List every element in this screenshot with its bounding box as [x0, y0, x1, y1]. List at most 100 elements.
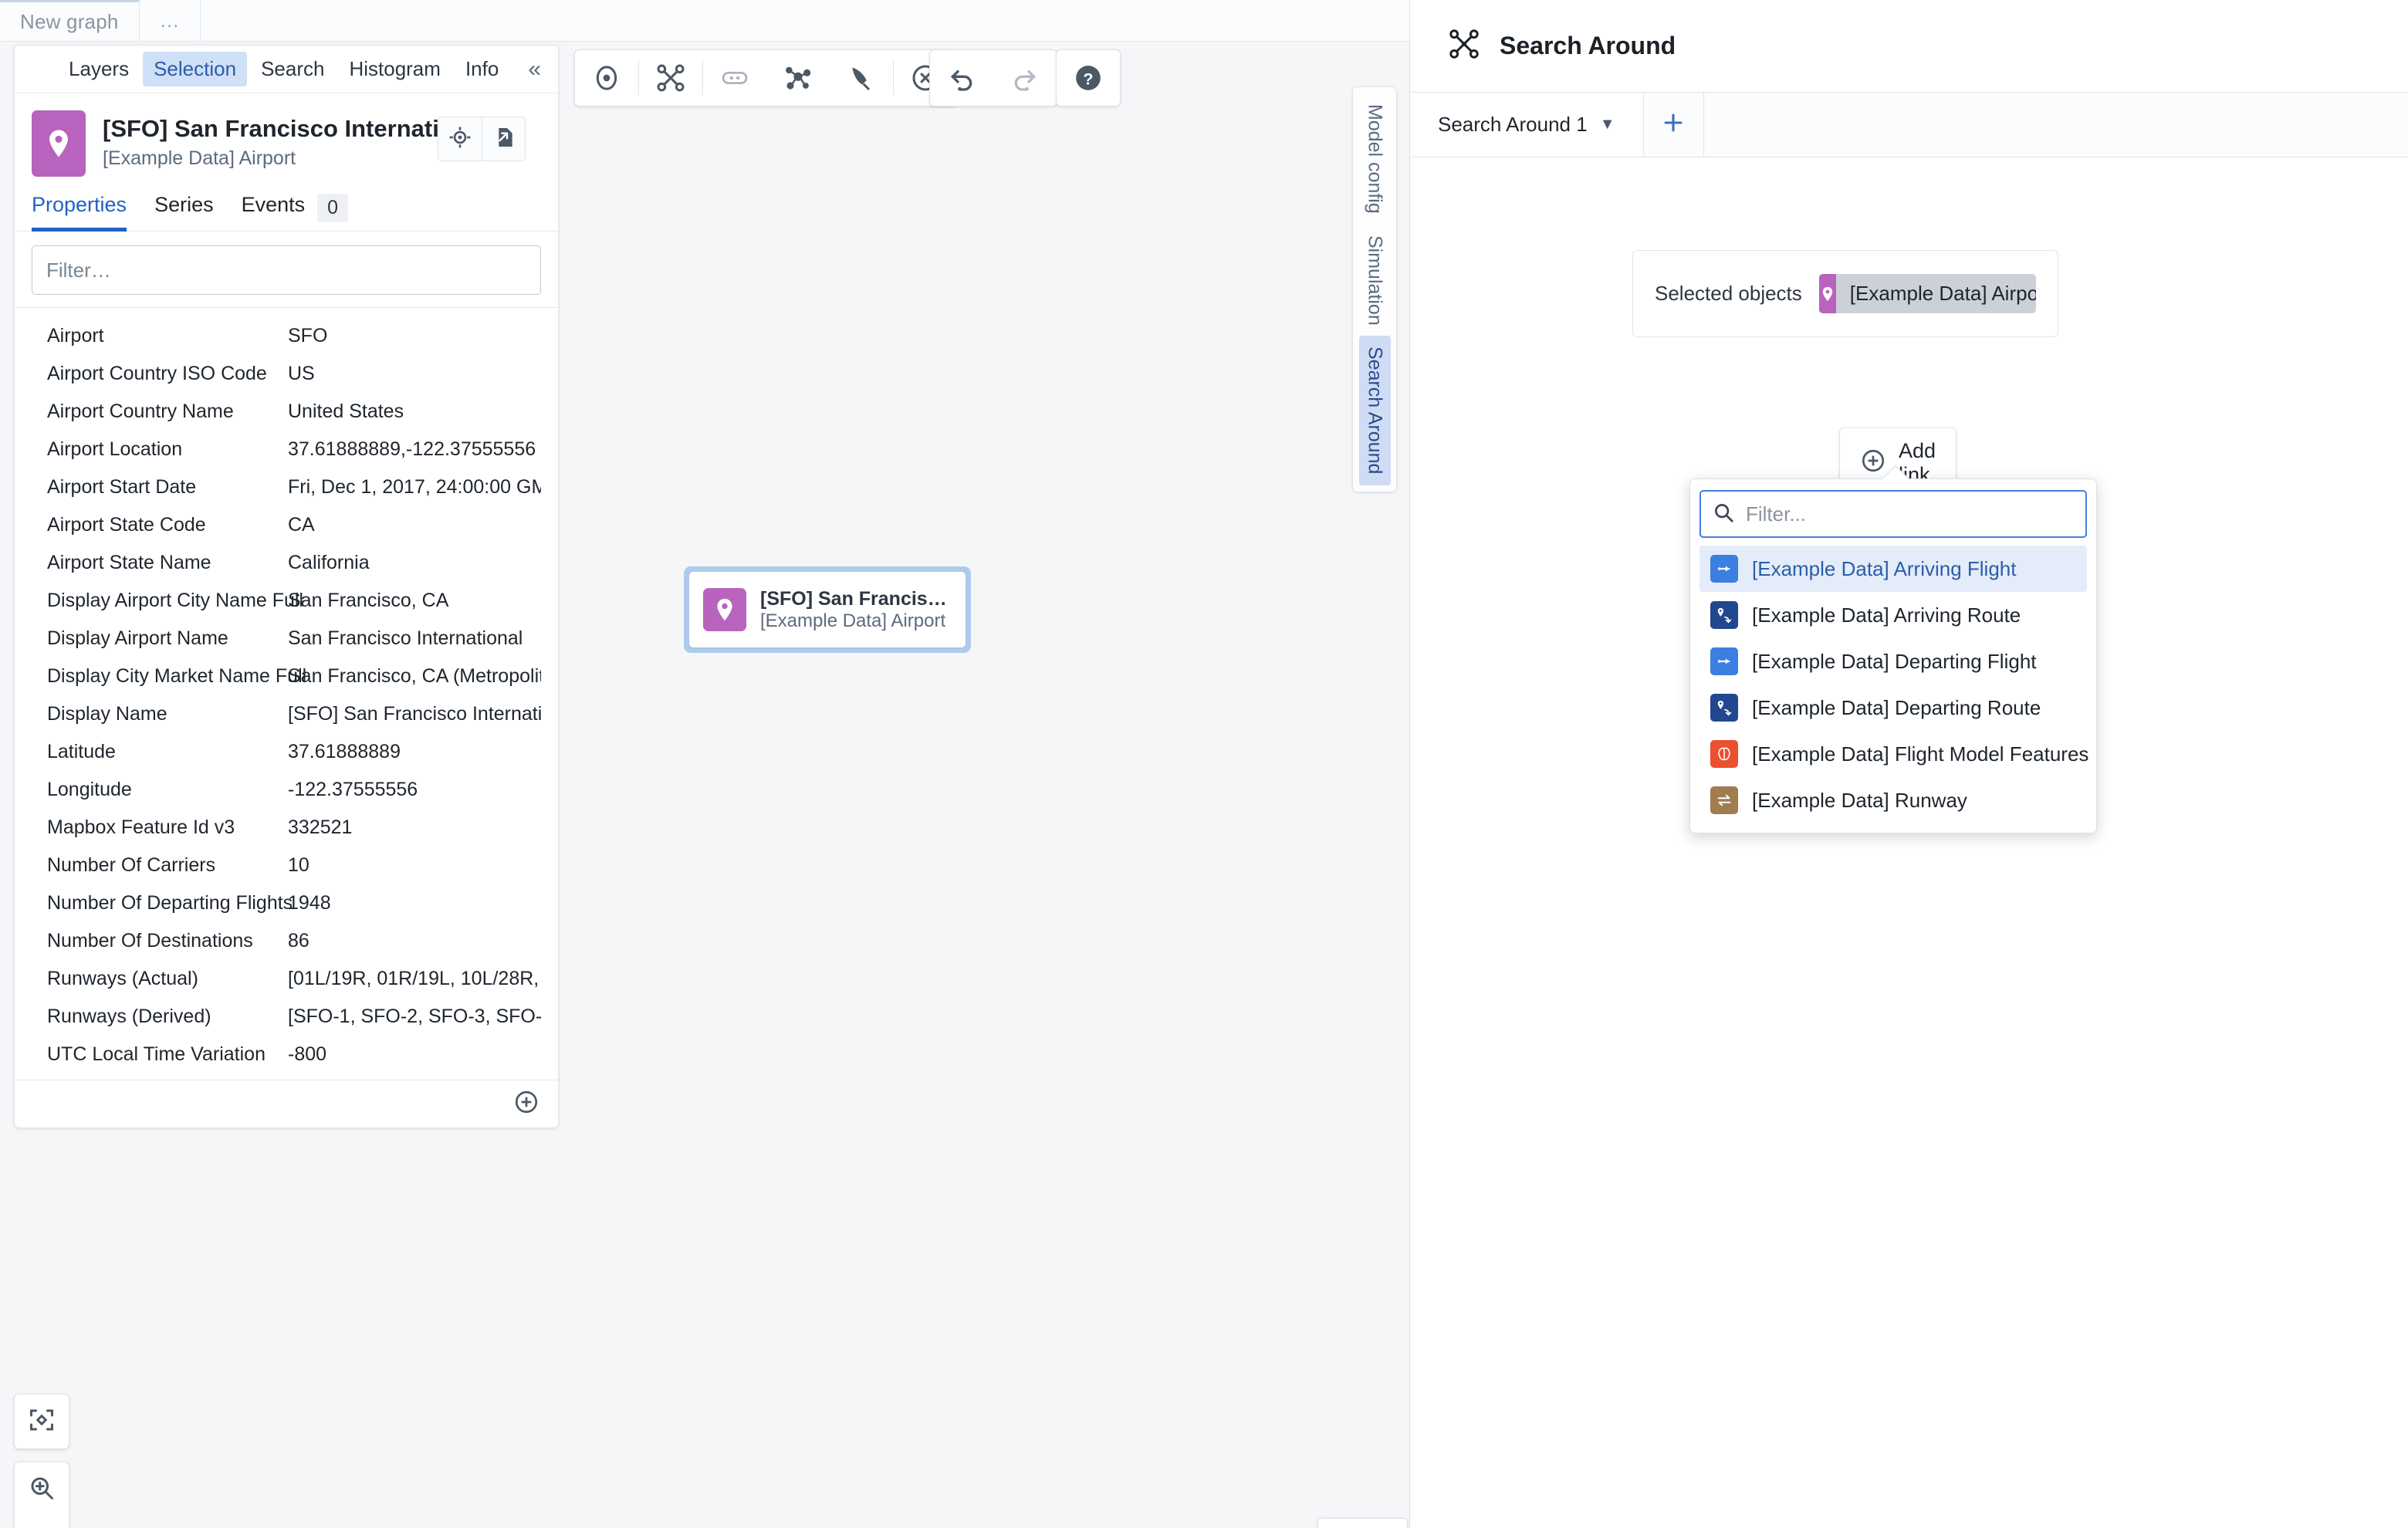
table-row[interactable]: Runways (Actual) [01L/19R, 01R/19L, 10L/2… [15, 960, 558, 998]
redo-button[interactable] [993, 50, 1057, 106]
property-key: Number Of Departing Flights [47, 892, 293, 914]
panel-tab-search[interactable]: Search [250, 52, 335, 86]
table-row[interactable]: Display Name [SFO] San Francisco Internat… [15, 695, 558, 733]
table-row[interactable]: Latitude 37.61888889 [15, 733, 558, 771]
dropdown-item[interactable]: [Example Data] Arriving Flight [1699, 546, 2087, 592]
add-search-around-tab-button[interactable] [1643, 93, 1704, 157]
series-button[interactable]: Series [1317, 1518, 1408, 1528]
zoom-in-button[interactable] [15, 1462, 69, 1516]
side-tab-search-around[interactable]: Search Around [1358, 336, 1391, 485]
page-title: [SFO] San Francisco Internatio… [103, 115, 473, 142]
graph-tab-overflow-label: … [159, 8, 180, 32]
fit-to-screen-group [14, 1394, 69, 1449]
route-icon [1710, 694, 1738, 722]
table-row[interactable]: Number Of Carriers 10 [15, 847, 558, 884]
graph-tab-new-graph[interactable]: New graph [0, 0, 140, 41]
table-row[interactable]: Number Of Departing Flights 1948 [15, 884, 558, 922]
tab-properties[interactable]: Properties [32, 185, 127, 232]
property-value: -800 [288, 1043, 327, 1065]
table-row[interactable]: Airport Country Name United States [15, 393, 558, 431]
table-row[interactable]: Display City Market Name Full San Francis… [15, 658, 558, 695]
table-row[interactable]: Airport Start Date Fri, Dec 1, 2017, 24:0… [15, 468, 558, 506]
select-tool-button[interactable] [575, 50, 638, 106]
panel-tab-selection[interactable]: Selection [143, 52, 248, 86]
open-in-new-button[interactable] [482, 117, 525, 161]
property-value: [01L/19R, 01R/19L, 10L/28R, 10R/28L] [288, 968, 541, 989]
graph-tab-label: New graph [20, 9, 119, 33]
table-row[interactable]: Mapbox Feature Id v3 332521 [15, 809, 558, 847]
selected-object-chip[interactable]: [Example Data] Airport 1 [1818, 274, 2036, 313]
table-row[interactable]: Airport State Name California [15, 544, 558, 582]
panel-tab-info[interactable]: Info [455, 52, 509, 86]
add-property-button[interactable] [513, 1089, 539, 1119]
graph-expand-tool-button[interactable] [639, 50, 702, 106]
history-toolbar [929, 49, 1057, 106]
selection-panel-tabs: Layers Selection Search Histogram Info « [15, 46, 558, 93]
dropdown-item[interactable]: [Example Data] Arriving Route [1699, 592, 2087, 638]
zoom-group [14, 1462, 69, 1528]
graph-node-selected[interactable]: [SFO] San Francisco … [Example Data] Air… [684, 566, 971, 653]
table-row[interactable]: Longitude -122.37555556 [15, 771, 558, 809]
search-around-header: Search Around [1410, 0, 2408, 93]
side-tab-simulation[interactable]: Simulation [1359, 225, 1391, 336]
table-row[interactable]: Number Of Destinations 86 [15, 922, 558, 960]
graph-tab-overflow-button[interactable]: … [139, 0, 201, 41]
side-tab-model-config[interactable]: Model config [1359, 93, 1391, 225]
table-row[interactable]: Runways (Derived) [SFO-1, SFO-2, SFO-3, S… [15, 998, 558, 1036]
tab-events[interactable]: Events [242, 185, 306, 232]
property-value: San Francisco International [288, 627, 523, 649]
dropdown-item[interactable]: [Example Data] Flight Model Features [1699, 731, 2088, 777]
property-value: San Francisco, CA [288, 590, 449, 611]
tab-label: Properties [32, 193, 127, 216]
pen-nib-icon [846, 63, 877, 93]
dropdown-item[interactable]: [Example Data] Runway [1699, 777, 2087, 823]
dropdown-item[interactable]: [Example Data] Departing Flight [1699, 638, 2087, 685]
property-key: Display City Market Name Full [47, 665, 307, 687]
molecule-tool-button[interactable] [766, 50, 830, 106]
zoom-out-button[interactable] [15, 1516, 69, 1528]
property-value: Fri, Dec 1, 2017, 24:00:00 GM… [288, 476, 541, 498]
tab-series[interactable]: Series [154, 185, 214, 232]
selection-content-tabs: Properties Series Events 0 [15, 184, 558, 232]
property-key: Display Name [47, 703, 167, 725]
search-around-tab-1[interactable]: Search Around 1 ▼ [1410, 93, 1644, 157]
pen-tool-button[interactable] [830, 50, 893, 106]
table-row[interactable]: Airport Country ISO Code US [15, 355, 558, 393]
table-row[interactable]: Airport State Code CA [15, 506, 558, 544]
table-row[interactable]: Display Airport Name San Francisco Intern… [15, 620, 558, 658]
property-value: 10 [288, 854, 309, 876]
map-pin-icon [32, 110, 86, 177]
property-value: 86 [288, 930, 309, 952]
dropdown-item-label: [Example Data] Departing Flight [1752, 649, 2037, 673]
panel-tab-label: Info [465, 57, 499, 80]
fit-to-screen-button[interactable] [15, 1394, 69, 1449]
dropdown-filter-input[interactable] [1746, 502, 2075, 526]
plus-icon [1660, 110, 1686, 140]
table-row[interactable]: UTC Local Time Variation -800 [15, 1036, 558, 1073]
side-tab-label: Model config [1364, 104, 1386, 214]
property-value: United States [288, 401, 404, 422]
property-value: California [288, 552, 370, 573]
property-key: Airport State Name [47, 552, 211, 573]
properties-filter-input[interactable] [32, 245, 541, 295]
panel-tab-histogram[interactable]: Histogram [338, 52, 451, 86]
locate-button[interactable] [438, 117, 482, 161]
link-flight-icon [1710, 555, 1738, 583]
side-tab-label: Search Around [1364, 347, 1386, 475]
dropdown-item[interactable]: [Example Data] Departing Route [1699, 685, 2087, 731]
help-button[interactable]: ? [1057, 50, 1120, 106]
link-tool-button[interactable] [703, 50, 766, 106]
graph-node[interactable]: [SFO] San Francisco … [Example Data] Air… [689, 572, 966, 647]
table-row[interactable]: Display Airport City Name Full San Franci… [15, 582, 558, 620]
property-value: CA [288, 514, 315, 536]
collapse-panel-button[interactable]: « [522, 55, 547, 84]
table-row[interactable]: Airport SFO [15, 317, 558, 355]
property-key: Display Airport Name [47, 627, 228, 649]
search-around-tab-label: Search Around 1 [1438, 113, 1588, 136]
link-flight-icon [1710, 647, 1738, 675]
property-key: Airport [47, 325, 104, 347]
undo-button[interactable] [930, 50, 993, 106]
table-row[interactable]: Airport Location 37.61888889,-122.3755555… [15, 431, 558, 468]
panel-tab-layers[interactable]: Layers [58, 52, 140, 86]
property-key: UTC Local Time Variation [47, 1043, 265, 1065]
